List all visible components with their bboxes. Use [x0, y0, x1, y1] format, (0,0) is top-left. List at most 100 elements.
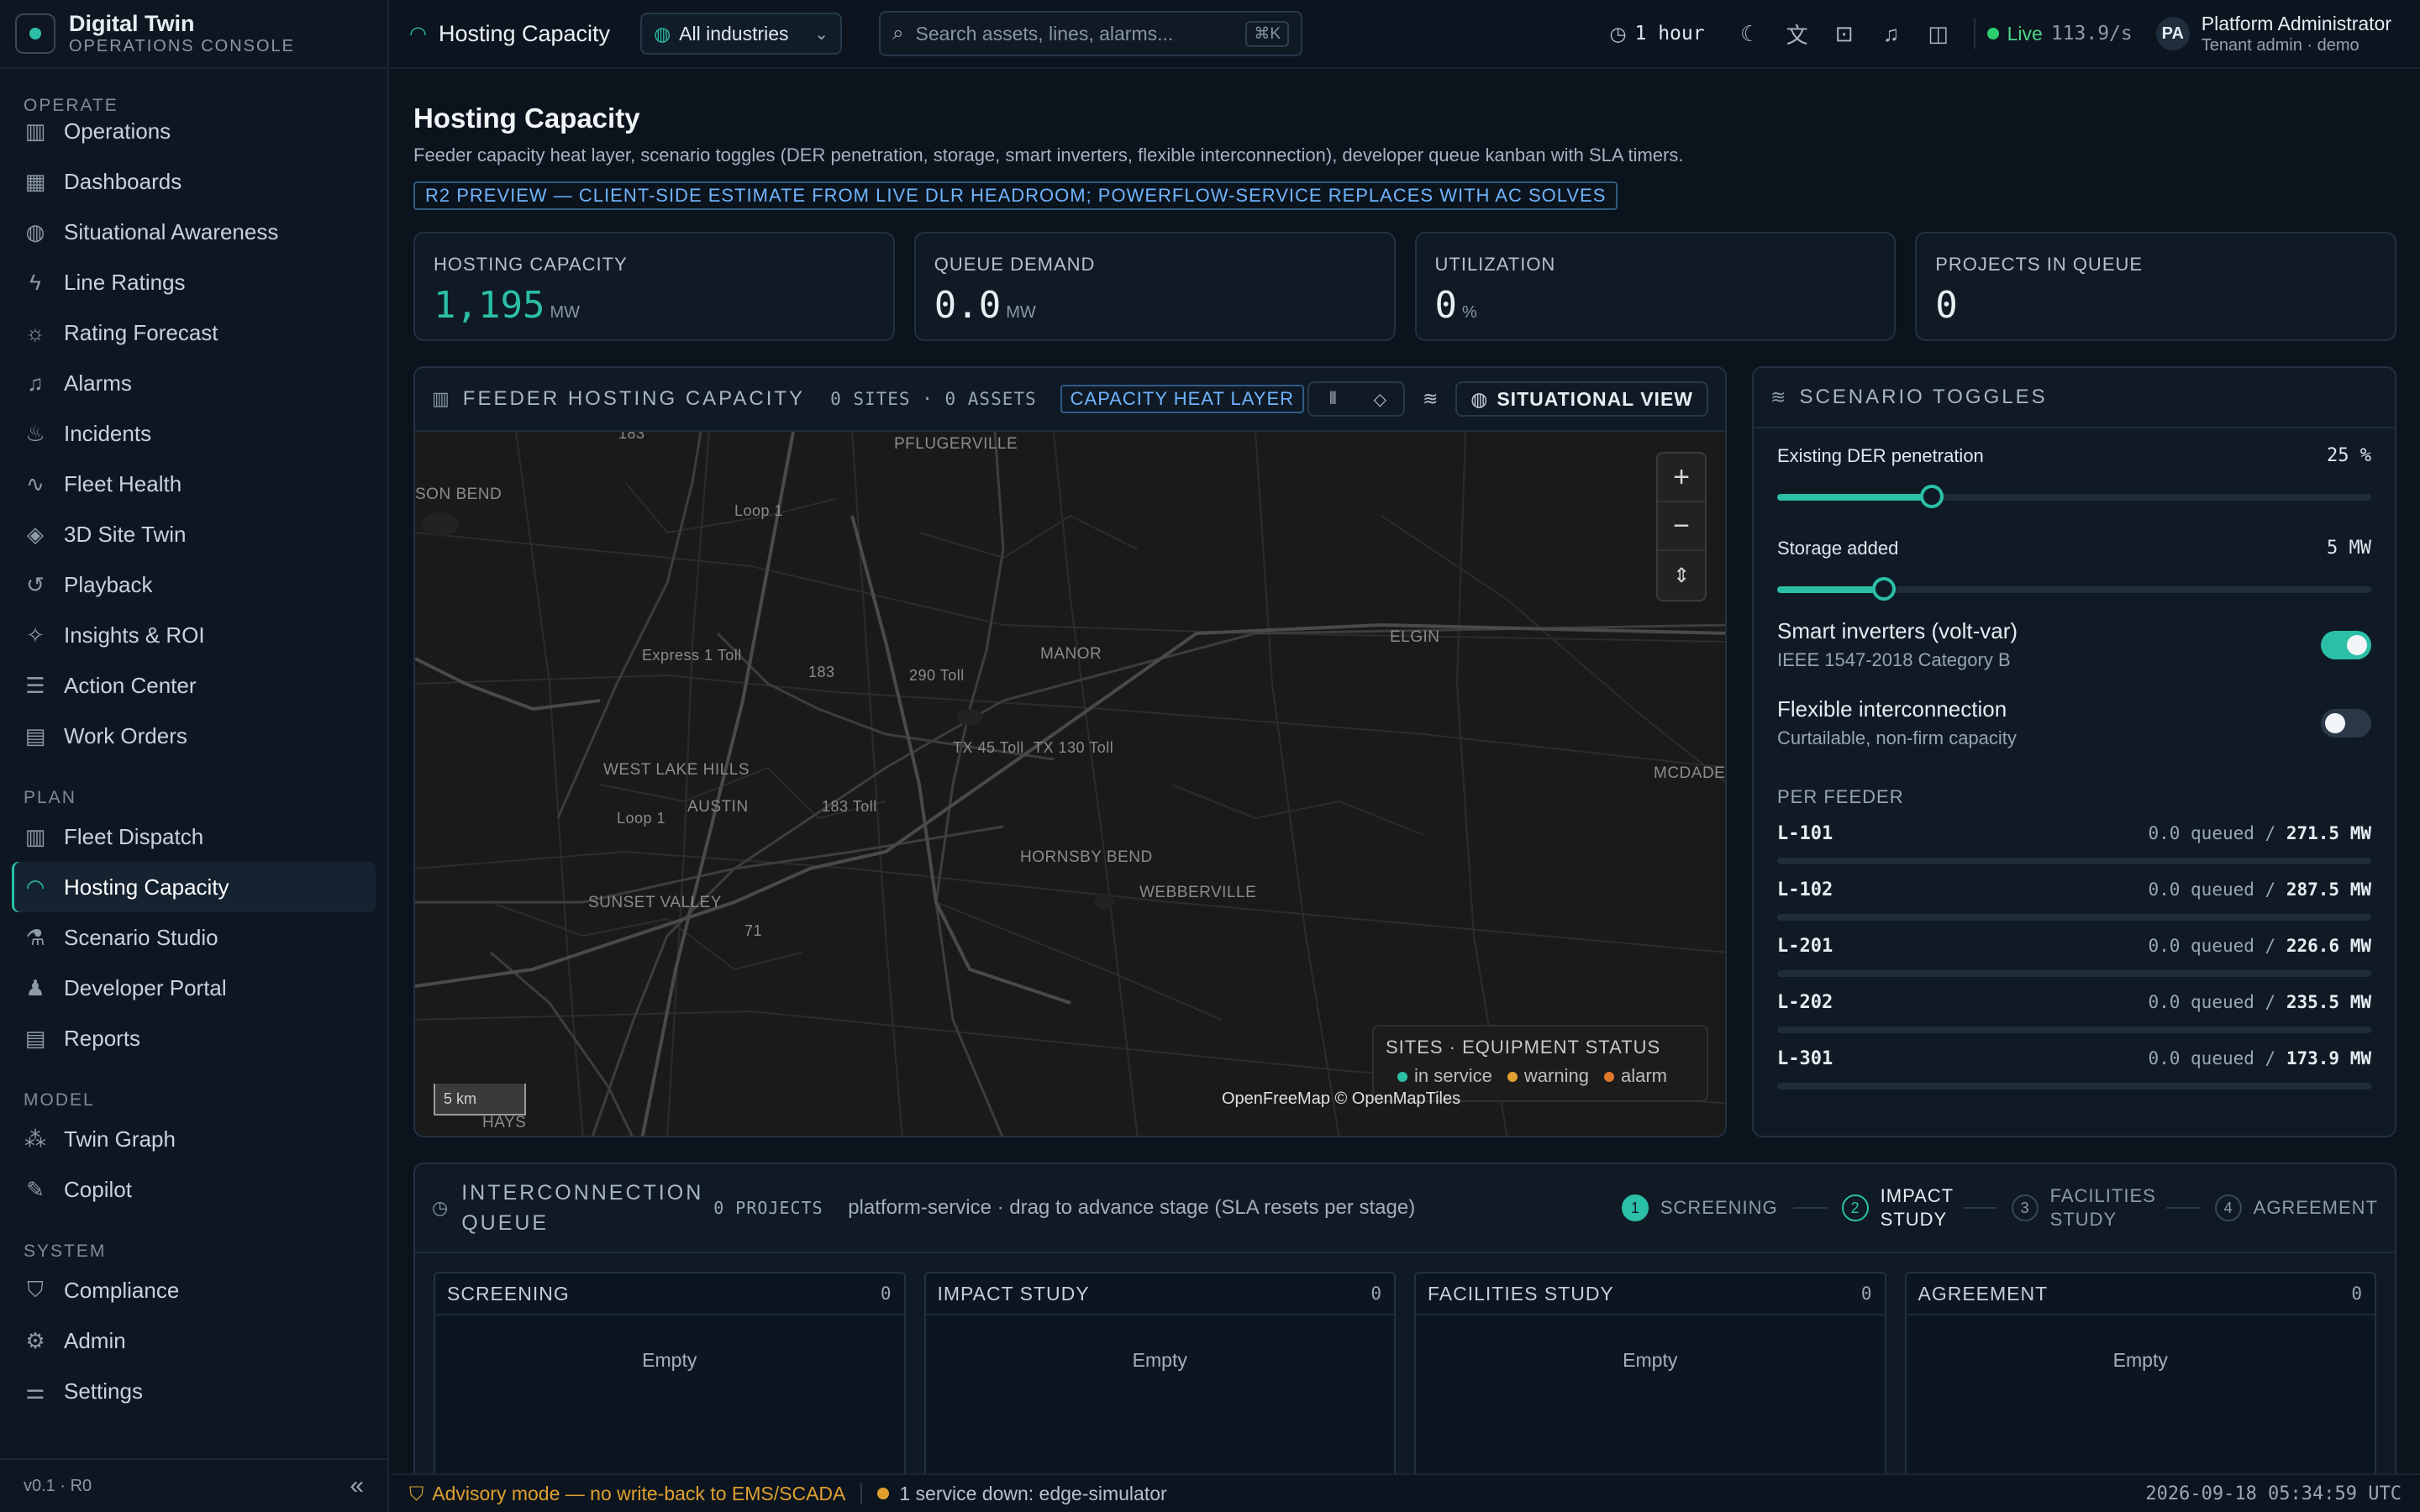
- industry-select-value: All industries: [679, 22, 789, 45]
- sidebar-item-line-ratings[interactable]: ϟ Line Ratings: [12, 257, 376, 307]
- kanban-column[interactable]: SCREENING 0 Empty: [434, 1272, 906, 1473]
- brand[interactable]: Digital Twin OPERATIONS CONSOLE: [0, 0, 387, 69]
- sidebar-item-label: Insights & ROI: [64, 622, 205, 648]
- sidebar-footer: v0.1 · R0 «: [0, 1458, 387, 1512]
- sidebar-item-action-center[interactable]: ☰ Action Center: [12, 660, 376, 711]
- stage-step[interactable]: 4 AGREEMENT: [2214, 1194, 2378, 1221]
- storage-slider[interactable]: [1777, 577, 2371, 601]
- feeder-values: 0.0 queued / 287.5 MW: [2148, 879, 2371, 900]
- kanban-column[interactable]: FACILITIES STUDY 0 Empty: [1414, 1272, 1886, 1473]
- map-panel-meta: 0 SITES · 0 ASSETS: [830, 389, 1037, 409]
- sidebar-item-incidents[interactable]: ♨ Incidents: [12, 408, 376, 459]
- compass-icon[interactable]: ⇕: [1658, 551, 1705, 600]
- kanban-column[interactable]: IMPACT STUDY 0 Empty: [923, 1272, 1396, 1473]
- stage-connector: [1962, 1207, 1996, 1209]
- kanban-column-title: IMPACT STUDY: [937, 1282, 1090, 1305]
- smart-inverters-title: Smart inverters (volt-var): [1777, 618, 2018, 643]
- der-slider-handle[interactable]: [1919, 485, 1944, 508]
- clock-icon: ◷: [432, 1197, 449, 1218]
- cube-icon: ◈: [27, 521, 44, 547]
- heat-layer-tag[interactable]: CAPACITY HEAT LAYER: [1060, 385, 1305, 413]
- kanban-column[interactable]: AGREEMENT 0 Empty: [1904, 1272, 2376, 1473]
- bot-icon[interactable]: ⊡: [1821, 21, 1868, 47]
- kpi-value-row: 1,195 MW: [434, 284, 875, 327]
- sidebar-item-label: Admin: [64, 1327, 126, 1353]
- interconnection-queue-panel: ◷ INTERCONNECTION QUEUE 0 PROJECTS platf…: [413, 1163, 2396, 1473]
- industry-select[interactable]: ◍ All industries ⌄: [640, 13, 843, 55]
- moon-icon[interactable]: ☾: [1727, 21, 1774, 47]
- sidebar-item-label: Fleet Health: [64, 470, 182, 496]
- kpi-card: UTILIZATION 0%: [1414, 232, 1897, 341]
- feeder-name: L-201: [1777, 936, 1833, 957]
- sidebar-item-work-orders[interactable]: ▤ Work Orders: [12, 711, 376, 761]
- sidebar-item-settings[interactable]: ⚌ Settings: [12, 1366, 376, 1416]
- stage-label: AGREEMENT: [2253, 1197, 2378, 1218]
- sidebar-item-situational-awareness[interactable]: ◍ Situational Awareness: [12, 207, 376, 257]
- live-label: Live: [2007, 22, 2043, 45]
- service-status[interactable]: 1 service down: edge-simulator: [877, 1483, 1167, 1505]
- sidebar-item-label: Work Orders: [64, 722, 187, 748]
- kanban-column-title: AGREEMENT: [1918, 1282, 2049, 1305]
- layers-icon[interactable]: ≋: [1412, 388, 1449, 410]
- collapse-sidebar-icon[interactable]: «: [350, 1472, 364, 1500]
- sidebar-item-fleet-health[interactable]: ∿ Fleet Health: [12, 459, 376, 509]
- flex-interconnection-title: Flexible interconnection: [1777, 696, 2007, 722]
- advisory-text: Advisory mode — no write-back to EMS/SCA…: [432, 1482, 846, 1504]
- bell-icon[interactable]: ♫: [1868, 21, 1915, 47]
- kpi-row: HOSTING CAPACITY 1,195 MW QUEUE DEMAND 0.0…: [413, 232, 2396, 341]
- sidebar-item-dashboards[interactable]: ▦ Dashboards: [12, 156, 376, 207]
- feeder-values: 0.0 queued / 235.5 MW: [2148, 992, 2371, 1012]
- kanban-empty-state: Empty: [2112, 1349, 2168, 1371]
- flex-interconnection-sub: Curtailable, non-firm capacity: [1777, 727, 2017, 748]
- stage-step[interactable]: 1 SCREENING: [1621, 1194, 1778, 1221]
- translate-icon[interactable]: 文: [1774, 18, 1821, 50]
- smart-inverters-toggle[interactable]: [2321, 630, 2371, 659]
- lightbulb-icon: ✧: [26, 622, 45, 648]
- list-check-icon: ☰: [25, 672, 45, 698]
- sidebar-item-playback[interactable]: ↺ Playback: [12, 559, 376, 610]
- map-label: Express 1 Toll: [642, 647, 742, 664]
- flex-interconnection-toggle[interactable]: [2321, 708, 2371, 738]
- map-canvas[interactable]: 183 PFLUGERVILLE SON BEND Loop 1 ELGIN E…: [415, 432, 1725, 1136]
- der-value: 25 %: [2327, 445, 2371, 466]
- sidebar-item-fleet-dispatch[interactable]: ▥ Fleet Dispatch: [12, 811, 376, 862]
- columns-icon[interactable]: ⫴: [1309, 383, 1356, 415]
- sidebar-item-scenario-studio[interactable]: ⚗ Scenario Studio: [12, 912, 376, 963]
- user-role: Tenant admin · demo: [2201, 36, 2360, 55]
- sidebar-item-insights-roi[interactable]: ✧ Insights & ROI: [12, 610, 376, 660]
- globe-icon: ◍: [25, 218, 45, 244]
- tag-icon[interactable]: ◇: [1356, 383, 1403, 415]
- search-box[interactable]: ⌕ ⌘K: [879, 11, 1303, 56]
- zoom-out-icon[interactable]: −: [1658, 502, 1705, 551]
- feeder-values: 0.0 queued / 173.9 MW: [2148, 1048, 2371, 1068]
- situational-view-button[interactable]: ◍ SITUATIONAL VIEW: [1455, 381, 1708, 417]
- nav-section-heading: SYSTEM: [24, 1242, 107, 1261]
- panel-toggle-icon[interactable]: ◫: [1915, 21, 1962, 47]
- bolt-icon: ϟ: [29, 269, 41, 295]
- page-subtitle: Feeder capacity heat layer, scenario tog…: [413, 144, 1684, 165]
- sidebar-item-developer-portal[interactable]: ♟ Developer Portal: [12, 963, 376, 1013]
- kpi-value: 0: [1935, 284, 1958, 327]
- sidebar-item-copilot[interactable]: ✎ Copilot: [12, 1164, 376, 1215]
- sidebar-item-twin-graph[interactable]: ⁂ Twin Graph: [12, 1114, 376, 1164]
- kpi-value-row: 0.0 MW: [934, 284, 1376, 327]
- der-slider[interactable]: [1777, 485, 2371, 508]
- sidebar-item-alarms[interactable]: ♫ Alarms: [12, 358, 376, 408]
- search-input[interactable]: [915, 22, 1246, 45]
- map-attribution[interactable]: OpenFreeMap © OpenMapTiles: [1222, 1089, 1460, 1109]
- legend-title: SITES · EQUIPMENT STATUS: [1386, 1037, 1661, 1058]
- sidebar-item-compliance[interactable]: ⛉ Compliance: [12, 1265, 376, 1315]
- storage-slider-handle[interactable]: [1872, 577, 1897, 601]
- sidebar-item-3d-site-twin[interactable]: ◈ 3D Site Twin: [12, 509, 376, 559]
- sidebar-item-hosting-capacity[interactable]: ◠ Hosting Capacity: [12, 862, 376, 912]
- stage-step[interactable]: 2 IMPACT STUDY: [1841, 1184, 1953, 1231]
- legend-label: in service: [1414, 1065, 1492, 1086]
- stage-step[interactable]: 3 FACILITIES STUDY: [2011, 1184, 2155, 1231]
- legend-item: alarm: [1603, 1065, 1667, 1087]
- sidebar-item-admin[interactable]: ⚙ Admin: [12, 1315, 376, 1366]
- user-menu[interactable]: PA Platform Administrator Tenant admin ·…: [2155, 12, 2391, 55]
- time-range-button[interactable]: ◷ 1 hour: [1609, 23, 1704, 45]
- zoom-in-icon[interactable]: +: [1658, 454, 1705, 502]
- sidebar-item-reports[interactable]: ▤ Reports: [12, 1013, 376, 1063]
- sidebar-item-rating-forecast[interactable]: ☼ Rating Forecast: [12, 307, 376, 358]
